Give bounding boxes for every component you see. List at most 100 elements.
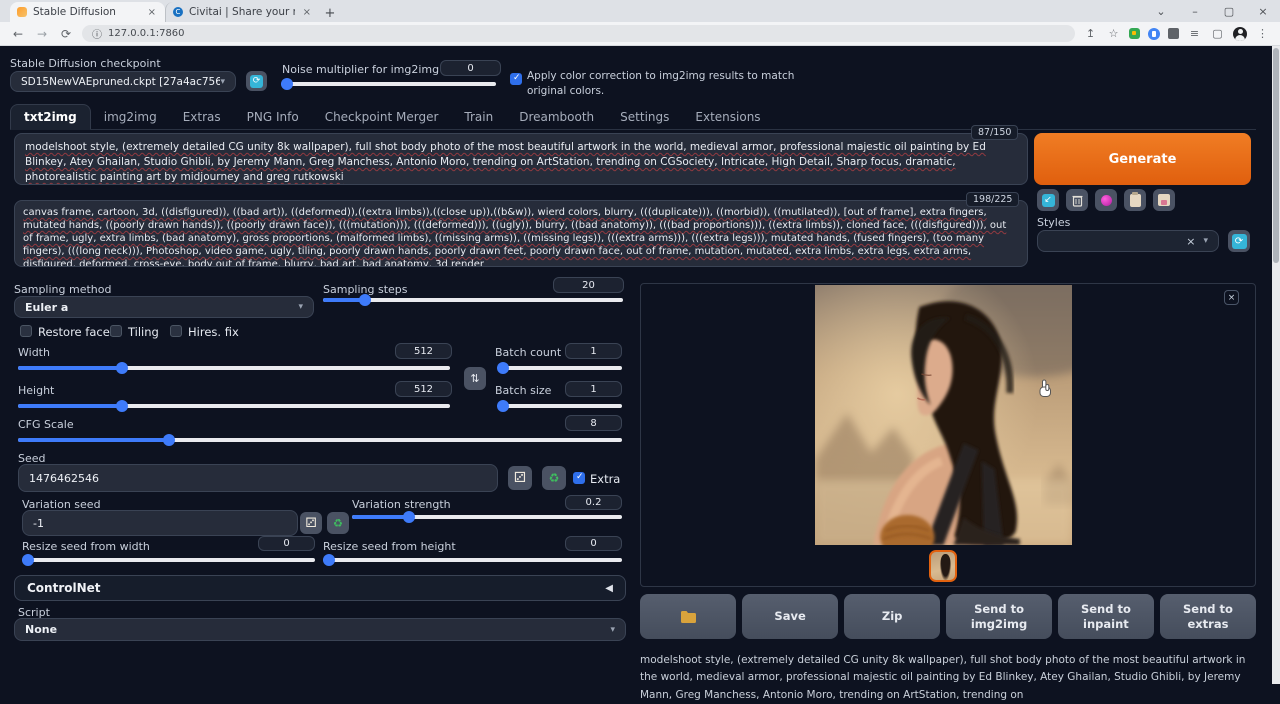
restore-faces-checkbox[interactable] — [20, 325, 32, 337]
window-minimize-icon[interactable]: – — [1178, 5, 1212, 18]
slider-handle[interactable] — [323, 554, 335, 566]
height-value[interactable]: 512 — [395, 381, 452, 397]
paste-params-button[interactable]: ↙ — [1037, 189, 1059, 211]
tab-extensions[interactable]: Extensions — [682, 105, 773, 129]
window-close-icon[interactable]: × — [1246, 5, 1280, 18]
variation-strength-value[interactable]: 0.2 — [565, 495, 622, 510]
clear-prompt-button[interactable] — [1066, 189, 1088, 211]
noise-multiplier-value[interactable]: 0 — [440, 60, 501, 76]
refresh-styles-button[interactable]: ⟳ — [1228, 230, 1250, 252]
extensions-puzzle-icon[interactable] — [1168, 28, 1179, 39]
swap-dimensions-button[interactable]: ⇅ — [464, 367, 486, 390]
clear-styles-icon[interactable]: × — [1186, 235, 1195, 248]
slider-handle[interactable] — [403, 511, 415, 523]
bookmark-star-icon[interactable]: ☆ — [1106, 27, 1121, 40]
script-select[interactable]: None ▾ — [14, 618, 626, 641]
negative-prompt-textarea[interactable]: canvas frame, cartoon, 3d, ((disfigured)… — [14, 200, 1028, 267]
extra-seed-checkbox[interactable] — [573, 472, 585, 484]
color-correction-checkbox[interactable] — [510, 73, 522, 85]
height-slider[interactable] — [18, 404, 450, 408]
width-slider[interactable] — [18, 366, 450, 370]
tab-close-icon[interactable]: × — [301, 7, 313, 18]
reading-list-icon[interactable]: ≡ — [1187, 27, 1202, 40]
extension-icon[interactable] — [1129, 28, 1140, 39]
tab-img2img[interactable]: img2img — [91, 105, 170, 129]
batch-size-value[interactable]: 1 — [565, 381, 622, 397]
tab-settings[interactable]: Settings — [607, 105, 682, 129]
slider-handle[interactable] — [281, 78, 293, 90]
refresh-checkpoint-button[interactable]: ⟳ — [246, 71, 267, 91]
side-panel-icon[interactable]: ▢ — [1210, 27, 1225, 40]
noise-multiplier-slider[interactable] — [281, 82, 496, 86]
resize-seed-height-slider[interactable] — [323, 558, 622, 562]
apply-style-button[interactable] — [1124, 189, 1146, 211]
random-variation-seed-button[interactable]: ⚂ — [300, 512, 322, 534]
random-seed-button[interactable]: ⚂ — [508, 466, 532, 490]
tiling-checkbox[interactable] — [110, 325, 122, 337]
tab-dreambooth[interactable]: Dreambooth — [506, 105, 607, 129]
tab-png-info[interactable]: PNG Info — [234, 105, 312, 129]
share-icon[interactable]: ↥ — [1083, 27, 1098, 40]
batch-size-slider[interactable] — [498, 404, 622, 408]
extra-networks-button[interactable] — [1095, 189, 1117, 211]
slider-handle[interactable] — [116, 362, 128, 374]
save-style-button[interactable] — [1153, 189, 1175, 211]
send-to-inpaint-button[interactable]: Send to inpaint — [1058, 594, 1154, 639]
sampling-steps-slider[interactable] — [323, 298, 623, 302]
sampling-steps-value[interactable]: 20 — [553, 277, 624, 293]
variation-strength-slider[interactable] — [352, 515, 622, 519]
controlnet-accordion[interactable]: ControlNet ◀ — [14, 575, 626, 601]
browser-tab-civitai[interactable]: C Civitai | Share your models × — [165, 2, 320, 22]
send-to-img2img-button[interactable]: Send to img2img — [946, 594, 1052, 639]
menu-dots-icon[interactable]: ⋮ — [1255, 27, 1270, 40]
slider-handle[interactable] — [163, 434, 175, 446]
prompt-textarea[interactable]: modelshoot style, (extremely detailed CG… — [14, 133, 1028, 185]
resize-seed-width-slider[interactable] — [22, 558, 315, 562]
save-button[interactable]: Save — [742, 594, 838, 639]
generated-image[interactable] — [815, 285, 1072, 545]
browser-tab-stable-diffusion[interactable]: Stable Diffusion × — [10, 2, 165, 22]
back-icon[interactable]: ← — [10, 27, 26, 41]
page-scrollbar[interactable] — [1272, 46, 1280, 684]
batch-count-value[interactable]: 1 — [565, 343, 622, 359]
send-to-extras-button[interactable]: Send to extras — [1160, 594, 1256, 639]
reuse-variation-seed-button[interactable]: ♻ — [327, 512, 349, 534]
window-chevron-icon[interactable]: ⌄ — [1144, 5, 1178, 18]
cfg-scale-slider[interactable] — [18, 438, 622, 442]
forward-icon[interactable]: → — [34, 27, 50, 41]
slider-handle[interactable] — [497, 400, 509, 412]
resize-seed-width-value[interactable]: 0 — [258, 536, 315, 551]
checkpoint-select[interactable]: SD15NewVAEpruned.ckpt [27a4ac756c] ▾ — [10, 71, 236, 92]
tab-train[interactable]: Train — [451, 105, 506, 129]
zip-button[interactable]: Zip — [844, 594, 940, 639]
batch-count-slider[interactable] — [498, 366, 622, 370]
tab-extras[interactable]: Extras — [170, 105, 234, 129]
window-restore-icon[interactable]: ▢ — [1212, 5, 1246, 18]
slider-handle[interactable] — [116, 400, 128, 412]
tab-checkpoint-merger[interactable]: Checkpoint Merger — [312, 105, 452, 129]
generate-button[interactable]: Generate — [1034, 133, 1251, 185]
slider-handle[interactable] — [359, 294, 371, 306]
extension-icon[interactable] — [1148, 28, 1160, 40]
hires-fix-checkbox[interactable] — [170, 325, 182, 337]
close-gallery-button[interactable]: × — [1224, 290, 1239, 305]
resize-seed-height-value[interactable]: 0 — [565, 536, 622, 551]
slider-handle[interactable] — [22, 554, 34, 566]
variation-seed-input[interactable]: -1 — [22, 510, 298, 536]
new-tab-button[interactable]: + — [320, 4, 340, 22]
slider-handle[interactable] — [497, 362, 509, 374]
sampling-method-select[interactable]: Euler a ▾ — [14, 296, 314, 318]
open-folder-button[interactable] — [640, 594, 736, 639]
scrollbar-thumb[interactable] — [1273, 48, 1279, 263]
cfg-scale-value[interactable]: 8 — [565, 415, 622, 431]
tab-close-icon[interactable]: × — [146, 7, 158, 18]
gallery-thumbnail[interactable] — [929, 550, 957, 582]
styles-select[interactable]: × ▾ — [1037, 230, 1219, 252]
width-value[interactable]: 512 — [395, 343, 452, 359]
tab-txt2img[interactable]: txt2img — [10, 104, 91, 130]
reload-icon[interactable]: ⟳ — [58, 27, 74, 41]
seed-input[interactable]: 1476462546 — [18, 464, 498, 492]
site-info-icon[interactable]: ⓘ — [92, 26, 102, 41]
reuse-seed-button[interactable]: ♻ — [542, 466, 566, 490]
url-bar[interactable]: ⓘ 127.0.0.1:7860 — [82, 25, 1075, 42]
